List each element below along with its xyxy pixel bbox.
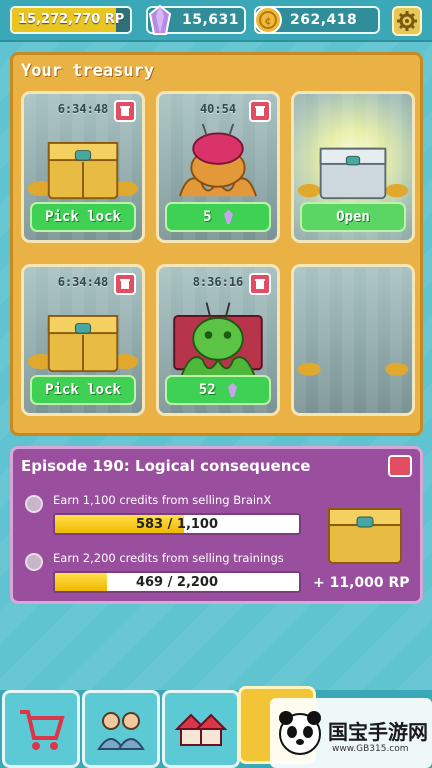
green-octopus-creature-icon — [173, 302, 263, 376]
gold-chest-icon — [27, 315, 139, 373]
task-progress-text: 583 / 1,100 — [135, 517, 219, 532]
rp-progress-box[interactable]: 15,272,770 RP — [10, 6, 132, 34]
trash-icon[interactable] — [114, 100, 136, 122]
coins-pile-icon — [297, 362, 409, 376]
episode-panel: Episode 190: Logical consequence Earn 1,… — [10, 446, 423, 604]
octopus-creature-icon — [179, 123, 257, 197]
treasury-slot-2[interactable]: 40:54 5 — [156, 91, 280, 243]
treasury-title: Your treasury — [21, 61, 155, 81]
gems-counter[interactable]: 15,631 — [146, 4, 246, 35]
treasury-slot-6-empty — [291, 264, 415, 416]
coin-icon: ¢ — [254, 6, 282, 34]
watermark-url: www.GB315.com — [332, 744, 409, 754]
trash-icon[interactable] — [114, 273, 136, 295]
house-icon — [175, 713, 227, 746]
rp-label: 15,272,770 RP — [18, 12, 125, 27]
cart-icon — [20, 710, 65, 750]
panda-logo-icon — [279, 711, 321, 755]
gear-icon — [397, 11, 417, 31]
gem-cost: 52 — [198, 382, 216, 398]
treasury-slot-4[interactable]: 6:34:48 Pick lock — [21, 264, 145, 416]
top-bar: 15,272,770 RP 15,631 ¢ 262,418 — [0, 0, 432, 42]
gem-icon — [148, 4, 172, 35]
treasury-slot-1[interactable]: 6:34:48 Pick lock — [21, 91, 145, 243]
trash-icon[interactable] — [249, 273, 271, 295]
task-checkbox[interactable] — [25, 495, 43, 513]
gold-chest-icon — [27, 142, 139, 200]
task-description: Earn 1,100 credits from selling BrainX — [53, 493, 272, 507]
open-button[interactable]: Open — [300, 202, 406, 232]
people-icon — [97, 712, 145, 750]
reward-label: + 11,000 RP — [313, 575, 410, 591]
task-progress-text: 469 / 2,200 — [135, 575, 219, 590]
svg-text:¢: ¢ — [265, 16, 272, 27]
gem-icon — [228, 383, 238, 397]
trash-icon[interactable] — [249, 100, 271, 122]
task-progress-bar: 583 / 1,100 — [53, 513, 301, 535]
gems-value: 15,631 — [182, 12, 240, 28]
treasury-slot-5[interactable]: 8:36:16 52 — [156, 264, 280, 416]
nav-tab-staff[interactable] — [82, 690, 160, 768]
nav-tab-shop[interactable] — [2, 690, 80, 768]
treasury-panel: Your treasury 6:34:48 Pick lock 40:54 5 — [10, 52, 423, 436]
silver-chest-icon — [297, 147, 409, 200]
watermark-text: 国宝手游网 — [328, 720, 428, 744]
gem-icon — [223, 210, 233, 224]
settings-button[interactable] — [392, 6, 422, 36]
treasury-slot-3[interactable]: Open — [291, 91, 415, 243]
task-progress-bar: 469 / 2,200 — [53, 571, 301, 593]
episode-chest-icon[interactable] — [388, 455, 412, 477]
gem-unlock-button[interactable]: 52 — [165, 375, 271, 405]
gem-unlock-button[interactable]: 5 — [165, 202, 271, 232]
task-checkbox[interactable] — [25, 553, 43, 571]
pick-lock-button[interactable]: Pick lock — [30, 375, 136, 405]
pick-lock-button[interactable]: Pick lock — [30, 202, 136, 232]
coins-counter[interactable]: ¢ 262,418 — [254, 6, 380, 34]
coins-value: 262,418 — [290, 12, 358, 28]
reward-chest-icon — [328, 508, 402, 564]
task-description: Earn 2,200 credits from selling training… — [53, 551, 284, 565]
nav-tab-buildings[interactable] — [162, 690, 240, 768]
watermark: 国宝手游网 www.GB315.com — [270, 698, 432, 768]
episode-title: Episode 190: Logical consequence — [21, 457, 311, 475]
gem-cost: 5 — [203, 209, 212, 225]
